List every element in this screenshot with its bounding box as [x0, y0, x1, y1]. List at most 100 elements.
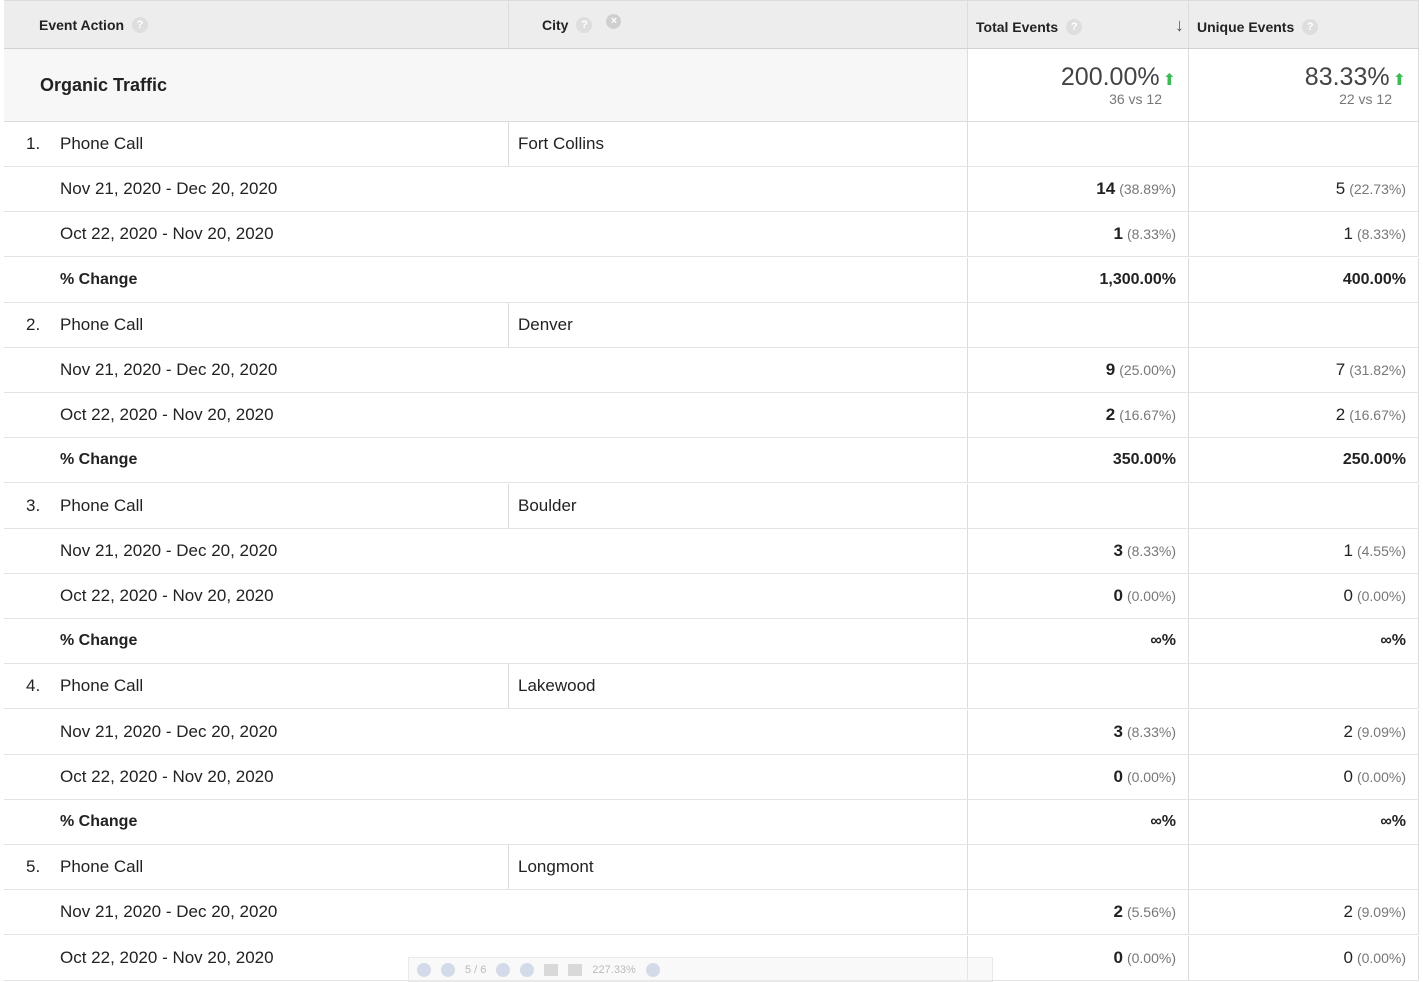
date-range-label: Oct 22, 2020 - Nov 20, 2020 — [60, 405, 274, 425]
total-events-percent: (25.00%) — [1119, 362, 1176, 378]
percent-change-row: % Change ∞% ∞% — [4, 800, 1419, 845]
header-event-action-label: Event Action — [39, 16, 125, 33]
summary-unique-events: 83.33% ⬆ 22 vs 12 — [1188, 49, 1419, 121]
total-events-value: 0 — [1113, 586, 1123, 605]
header-unique-events-label: Unique Events — [1197, 18, 1295, 35]
table-row[interactable]: 5. Phone Call Longmont — [4, 845, 1419, 891]
help-icon[interactable]: ? — [132, 16, 149, 33]
total-events-percent: (0.00%) — [1126, 768, 1176, 785]
unique-events-value: 5 — [1335, 179, 1346, 199]
header-unique-events[interactable]: Unique Events ? — [1188, 1, 1419, 48]
zoom-out-icon[interactable] — [417, 962, 431, 977]
table-row[interactable]: 2. Phone Call Denver — [4, 302, 1419, 348]
unique-events-percent: (9.09%) — [1356, 904, 1406, 921]
help-icon[interactable]: ? — [576, 16, 593, 33]
unique-events-cell: 7 (31.82%) — [1188, 348, 1419, 392]
date-range-cell: Oct 22, 2020 - Nov 20, 2020 — [4, 755, 508, 799]
city-value[interactable]: Fort Collins — [518, 134, 604, 154]
city-cell[interactable]: Boulder — [508, 483, 967, 528]
help-icon[interactable]: ? — [1302, 18, 1319, 35]
summary-row: Organic Traffic 200.00% ⬆ 36 vs 12 83.33%… — [4, 49, 1419, 122]
city-cell[interactable]: Longmont — [508, 845, 967, 890]
unique-events-cell: 1 (8.33%) — [1188, 212, 1419, 257]
row-index: 3. — [26, 495, 41, 515]
event-action-value[interactable]: Phone Call — [60, 857, 143, 877]
event-action-cell[interactable]: 1. Phone Call — [4, 122, 508, 166]
unique-events-value: 7 — [1335, 360, 1346, 379]
header-total-events[interactable]: Total Events ? ↓ — [967, 1, 1188, 48]
percent-change-text: % Change — [60, 813, 138, 830]
zoom-in-icon[interactable] — [645, 962, 660, 977]
city-cell[interactable]: Denver — [508, 302, 967, 347]
unique-events-change-value: 400.00% — [1342, 270, 1406, 288]
unique-events-change-value: 250.00% — [1342, 451, 1406, 469]
fit-width-icon[interactable] — [568, 963, 583, 976]
event-action-cell[interactable]: 4. Phone Call — [4, 664, 508, 708]
help-icon[interactable]: ? — [1066, 18, 1083, 35]
event-action-cell[interactable]: 2. Phone Call — [4, 303, 508, 347]
total-events-value: 1 — [1113, 224, 1123, 244]
zoom-level[interactable]: 227.33% — [592, 964, 635, 976]
fit-page-icon[interactable] — [544, 963, 559, 976]
table-row[interactable]: 1. Phone Call Fort Collins — [4, 122, 1419, 167]
city-value[interactable]: Boulder — [518, 496, 577, 516]
next-page-icon[interactable] — [496, 962, 511, 977]
percent-change-text: % Change — [60, 270, 138, 288]
event-action-value[interactable]: Phone Call — [60, 315, 143, 335]
unique-events-percent: (8.33%) — [1356, 226, 1406, 243]
unique-events-cell: 0 (0.00%) — [1188, 574, 1419, 618]
total-events-percent: (0.00%) — [1126, 588, 1176, 604]
unique-events-value: 2 — [1335, 405, 1346, 425]
total-events-cell — [967, 483, 1188, 528]
total-events-cell — [967, 664, 1188, 709]
unique-events-percent: (16.67%) — [1349, 407, 1406, 424]
date-range-cell: Nov 21, 2020 - Dec 20, 2020 — [4, 529, 508, 573]
arrow-up-icon: ⬆ — [1162, 72, 1176, 89]
arrow-up-icon: ⬆ — [1392, 72, 1406, 89]
spacer-cell — [508, 755, 967, 799]
remove-dimension-icon[interactable]: × — [606, 14, 622, 29]
total-events-percent: (16.67%) — [1119, 407, 1176, 424]
unique-events-cell: 2 (16.67%) — [1188, 393, 1419, 438]
total-events-percent: (8.33%) — [1126, 226, 1176, 243]
spacer-cell — [508, 619, 967, 663]
percent-change-label: % Change — [4, 438, 508, 482]
event-action-cell[interactable]: 5. Phone Call — [4, 845, 508, 889]
header-event-action[interactable]: Event Action ? — [4, 1, 508, 48]
pdf-viewer-toolbar: 5 / 6 227.33% — [408, 957, 993, 982]
event-action-cell[interactable]: 3. Phone Call — [4, 484, 508, 528]
page-indicator[interactable]: 5 / 6 — [465, 964, 486, 976]
event-action-value[interactable]: Phone Call — [60, 134, 143, 154]
unique-events-percent: (31.82%) — [1349, 362, 1406, 378]
total-events-value: 0 — [1113, 947, 1123, 967]
sort-descending-icon[interactable]: ↓ — [1175, 15, 1184, 36]
city-cell[interactable]: Lakewood — [508, 664, 967, 709]
spacer-cell — [508, 800, 967, 844]
header-city-label: City — [542, 16, 569, 33]
unique-events-cell — [1188, 302, 1419, 347]
row-index: 1. — [26, 134, 41, 153]
header-city[interactable]: City ? × — [508, 1, 967, 48]
table-header: Event Action ? City ? × Total Events ? ↓… — [4, 0, 1419, 49]
event-action-value[interactable]: Phone Call — [60, 676, 143, 696]
event-action-value[interactable]: Phone Call — [60, 496, 143, 516]
summary-unique-pct: 83.33% — [1304, 63, 1390, 91]
date-range-row: Nov 21, 2020 - Dec 20, 2020 9 (25.00%) 7 (31… — [4, 348, 1419, 393]
city-value[interactable]: Lakewood — [518, 676, 596, 696]
city-value[interactable]: Denver — [518, 315, 573, 335]
city-value[interactable]: Longmont — [518, 857, 594, 877]
date-range-row: Oct 22, 2020 - Nov 20, 2020 1 (8.33%) 1 (8.3… — [4, 212, 1419, 258]
unique-events-value: 2 — [1343, 902, 1353, 922]
table-row[interactable]: 3. Phone Call Boulder — [4, 483, 1419, 529]
city-cell[interactable]: Fort Collins — [508, 122, 967, 166]
summary-label: Organic Traffic — [4, 49, 508, 121]
table-row[interactable]: 4. Phone Call Lakewood — [4, 664, 1419, 710]
unique-events-change: 250.00% — [1188, 438, 1419, 483]
first-page-icon[interactable] — [520, 962, 535, 977]
total-events-value: 3 — [1113, 540, 1123, 560]
percent-change-row: % Change 1,300.00% 400.00% — [4, 257, 1419, 303]
unique-events-change: ∞% — [1188, 619, 1419, 664]
unique-events-change-value: ∞% — [1380, 632, 1406, 650]
previous-page-icon[interactable] — [441, 962, 455, 977]
unique-events-cell — [1188, 845, 1419, 890]
